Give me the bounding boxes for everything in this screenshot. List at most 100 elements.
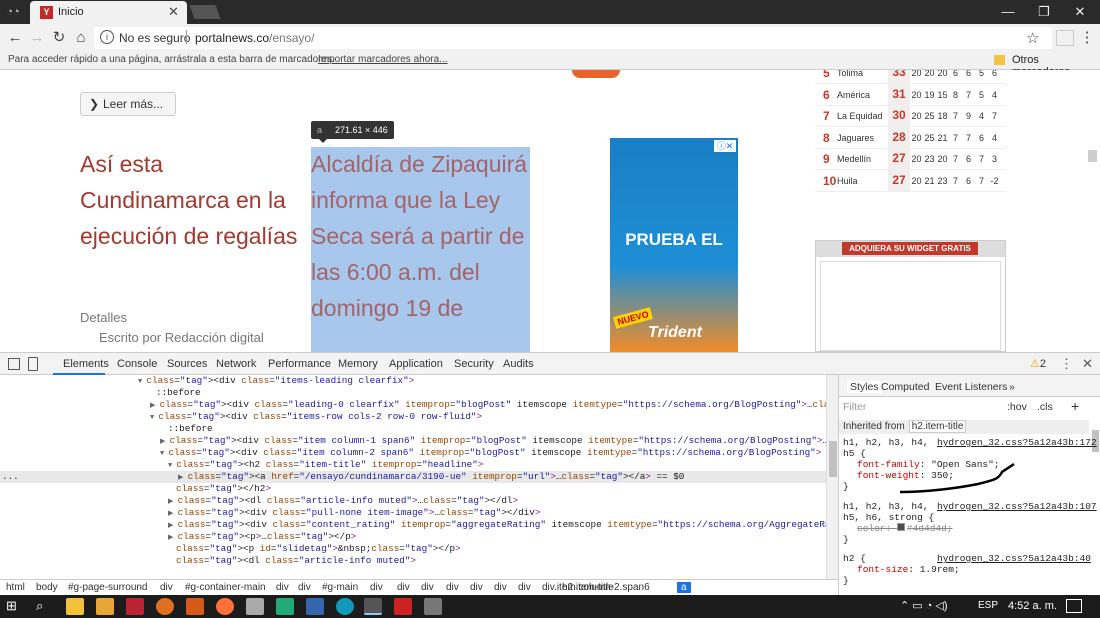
advertisement[interactable]: ⓘ✕ PRUEBA EL NUEVO Trident [610, 138, 738, 352]
breadcrumb-item[interactable]: div [446, 582, 459, 593]
tab-audits[interactable]: Audits [503, 358, 534, 370]
dom-node[interactable]: ▼ class="tag"><div class="item column-2 … [160, 447, 821, 459]
address-bar[interactable]: i No es seguro portalnews.co/ensayo/ ☆ [94, 27, 1052, 49]
system-tray[interactable]: ⌃ ▭ ◔ ◁) [900, 599, 948, 612]
dom-node[interactable]: ▶ class="tag"><div class="leading-0 clea… [150, 399, 826, 411]
dom-node[interactable]: ▶ class="tag"><a href="/ensayo/cundinama… [0, 471, 826, 483]
color-swatch[interactable] [896, 523, 905, 531]
dom-node[interactable]: ▶ class="tag"><div class="content_rating… [168, 519, 826, 531]
dom-node[interactable]: ▼ class="tag"><div class="items-leading … [138, 375, 414, 387]
breadcrumb-item[interactable]: div [518, 582, 531, 593]
scroll-thumb[interactable] [829, 441, 837, 477]
ad-choices-icon[interactable]: ⓘ✕ [714, 140, 736, 152]
expand-arrow-icon[interactable]: ▶ [160, 438, 170, 446]
breadcrumb-item[interactable]: div [397, 582, 410, 593]
breadcrumb-item[interactable]: div [421, 582, 434, 593]
rule-selector[interactable]: h1, h2, h3, h4, [843, 501, 929, 512]
firefox-icon[interactable] [216, 598, 234, 615]
styles-tab[interactable]: Event Listeners [935, 381, 1007, 393]
select-element-icon[interactable] [8, 358, 20, 370]
file-explorer-icon[interactable] [66, 598, 84, 615]
rule-selector[interactable]: h5, h6, strong { [843, 512, 934, 523]
expand-arrow-icon[interactable]: ▶ [168, 534, 178, 542]
breadcrumb-item[interactable]: html [6, 582, 25, 593]
home-icon[interactable]: ⌂ [72, 29, 90, 47]
app-icon[interactable] [186, 598, 204, 615]
dom-node[interactable]: ▶ class="tag"><div class="item column-1 … [160, 435, 826, 447]
expand-arrow-icon[interactable]: ▶ [168, 498, 178, 506]
store-icon[interactable] [96, 598, 114, 615]
dom-node[interactable]: ▶ class="tag"><div class="pull-none item… [168, 507, 540, 519]
inherited-tag[interactable]: h2.item-title [908, 420, 967, 433]
tab-console[interactable]: Console [117, 358, 157, 370]
warnings-badge[interactable]: ⚠2 [1030, 357, 1046, 370]
clock[interactable]: 4:52 a. m. [1008, 600, 1057, 612]
expand-arrow-icon[interactable]: ▶ [168, 522, 178, 530]
info-icon[interactable]: i [100, 30, 114, 44]
class-toggle[interactable]: .cls [1037, 401, 1053, 413]
tab-close-icon[interactable]: ✕ [168, 4, 179, 20]
breadcrumb-item[interactable]: a [677, 582, 691, 593]
page-scrollbar[interactable] [1088, 150, 1097, 162]
app-icon[interactable] [336, 598, 354, 615]
tab-memory[interactable]: Memory [338, 358, 378, 370]
dom-node[interactable]: class="tag"><p id="slidetag">&nbsp;class… [176, 543, 461, 555]
expand-arrow-icon[interactable]: ▶ [178, 474, 188, 482]
styles-tab[interactable]: Styles [847, 381, 882, 393]
breadcrumb-item[interactable]: #g-container-main [185, 582, 266, 593]
close-window-button[interactable]: ✕ [1062, 2, 1098, 22]
browser-tab[interactable]: Y Inicio ✕ [30, 1, 187, 24]
tab-network[interactable]: Network [216, 358, 256, 370]
rule-source-link[interactable]: hydrogen_32.css?5a12a43b:40 [937, 553, 1091, 564]
hover-state-toggle[interactable]: :hov [1007, 401, 1027, 413]
maximize-button[interactable]: ❐ [1026, 2, 1062, 22]
dom-node[interactable]: ▶ class="tag"><p>…class="tag"></p> [168, 531, 356, 543]
css-declaration[interactable]: color: #4d4d4d; [857, 523, 953, 534]
search-icon[interactable]: ⌕ [36, 598, 54, 615]
dom-node[interactable]: ▼ class="tag"><div class="items-row cols… [150, 411, 482, 423]
forward-icon[interactable]: → [28, 29, 46, 47]
expand-arrow-icon[interactable]: ▶ [150, 402, 160, 410]
reload-icon[interactable]: ↻ [50, 29, 68, 47]
breadcrumb-item[interactable]: #g-page-surround [68, 582, 148, 593]
breadcrumb-item[interactable]: div [276, 582, 289, 593]
tab-elements[interactable]: Elements [63, 358, 109, 370]
rule-selector[interactable]: h5 { [843, 448, 866, 459]
styles-filter-input[interactable]: Filter [843, 401, 866, 413]
url-text[interactable]: portalnews.co/ensayo/ [195, 31, 314, 45]
get-widget-button[interactable]: ADQUIERA SU WIDGET GRATIS [842, 242, 978, 255]
node-actions-icon[interactable]: ... [2, 471, 19, 483]
rule-selector[interactable]: h2 { [843, 553, 866, 564]
read-more-button[interactable]: ❯ Leer más... [80, 92, 176, 116]
dom-node[interactable]: class="tag"></h2> [176, 483, 271, 495]
dom-node[interactable]: ::before [168, 423, 213, 435]
app-icon[interactable] [156, 598, 174, 615]
minimize-button[interactable]: — [990, 2, 1026, 22]
back-icon[interactable]: ← [6, 29, 24, 47]
tab-application[interactable]: Application [389, 358, 443, 370]
article-headline[interactable]: Así esta Cundinamarca en la ejecución de… [80, 146, 300, 254]
devtools-close-icon[interactable]: ✕ [1082, 356, 1093, 372]
devtools-menu-icon[interactable]: ⋮ [1060, 356, 1073, 372]
start-icon[interactable]: ⊞ [6, 598, 24, 615]
styles-scrollbar[interactable] [1091, 400, 1100, 580]
styles-tab[interactable]: » [1009, 381, 1015, 393]
language-indicator[interactable]: ESP [978, 600, 998, 611]
dom-node[interactable]: ::before [156, 387, 201, 399]
app-icon[interactable] [276, 598, 294, 615]
breadcrumb-item[interactable]: div [494, 582, 507, 593]
rule-source-link[interactable]: hydrogen_32.css?5a12a43b:107 [937, 501, 1097, 512]
chrome-icon[interactable] [364, 598, 382, 615]
breadcrumb-item[interactable]: div [370, 582, 383, 593]
dom-node[interactable]: ▼ class="tag"><h2 class="item-title" ite… [168, 459, 483, 471]
tab-security[interactable]: Security [454, 358, 494, 370]
article-headline-link[interactable]: Alcaldía de Zipaquirá informa que la Ley… [311, 146, 530, 326]
breadcrumb-item[interactable]: h2.item-title [562, 582, 614, 593]
dom-node[interactable]: ▶ class="tag"><dl class="article-info mu… [168, 495, 518, 507]
app-icon[interactable] [306, 598, 324, 615]
rule-selector[interactable]: h1, h2, h3, h4, [843, 437, 929, 448]
device-toolbar-icon[interactable] [28, 357, 38, 371]
app-icon[interactable] [126, 598, 144, 615]
breadcrumb-item[interactable]: div [470, 582, 483, 593]
tab-sources[interactable]: Sources [167, 358, 207, 370]
